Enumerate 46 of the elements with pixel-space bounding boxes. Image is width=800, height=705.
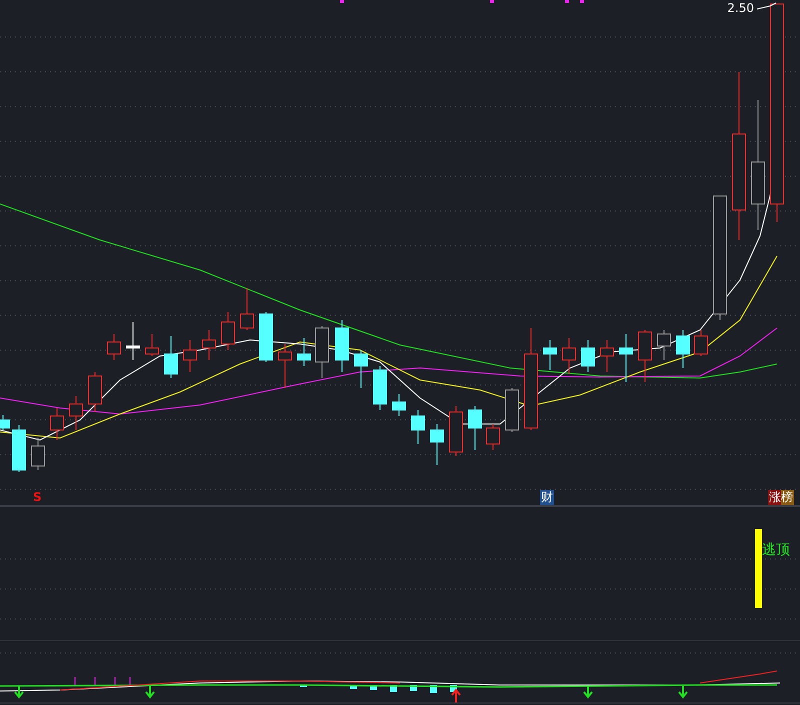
candlestick — [297, 338, 311, 366]
candlestick — [31, 438, 45, 470]
candlestick — [221, 312, 235, 350]
candlestick — [50, 408, 64, 440]
candlestick — [183, 340, 197, 372]
candlestick — [657, 330, 671, 360]
signal-label: 逃顶 — [762, 541, 790, 559]
candlestick — [107, 334, 121, 360]
candlestick — [354, 350, 368, 388]
candlestick — [335, 320, 349, 372]
candlestick — [600, 340, 614, 372]
tick-mark — [340, 0, 344, 3]
candlestick — [278, 344, 292, 388]
tick-mark — [565, 0, 569, 3]
candlestick — [373, 366, 387, 410]
price-label: 2.50 — [727, 1, 754, 15]
chart-marker: 财 — [540, 490, 554, 505]
candlestick — [69, 396, 83, 430]
candlestick — [88, 372, 102, 412]
candlestick — [468, 406, 482, 450]
tick-mark — [490, 0, 494, 3]
candlestick — [430, 424, 444, 466]
candlestick — [676, 330, 690, 368]
candlestick — [543, 340, 557, 370]
candlestick — [0, 414, 10, 430]
candlestick — [240, 288, 254, 330]
candlestick — [694, 330, 708, 356]
candlestick — [12, 424, 26, 472]
candlestick — [315, 326, 329, 378]
candlestick — [126, 322, 140, 360]
candlestick — [449, 406, 463, 456]
tick-mark — [580, 0, 584, 3]
candlestick — [259, 312, 273, 362]
chart-marker: S — [32, 490, 43, 505]
candlestick — [638, 330, 652, 382]
chart-marker: 涨榜 — [768, 490, 794, 505]
candlestick — [505, 388, 519, 432]
candlestick — [392, 394, 406, 416]
candlestick — [562, 338, 576, 374]
candlestick — [581, 340, 595, 372]
candlestick — [619, 334, 633, 382]
candlestick — [164, 336, 178, 378]
candlestick — [145, 334, 159, 356]
candlestick — [202, 330, 216, 360]
candlestick — [486, 424, 500, 450]
candlestick — [411, 410, 425, 444]
